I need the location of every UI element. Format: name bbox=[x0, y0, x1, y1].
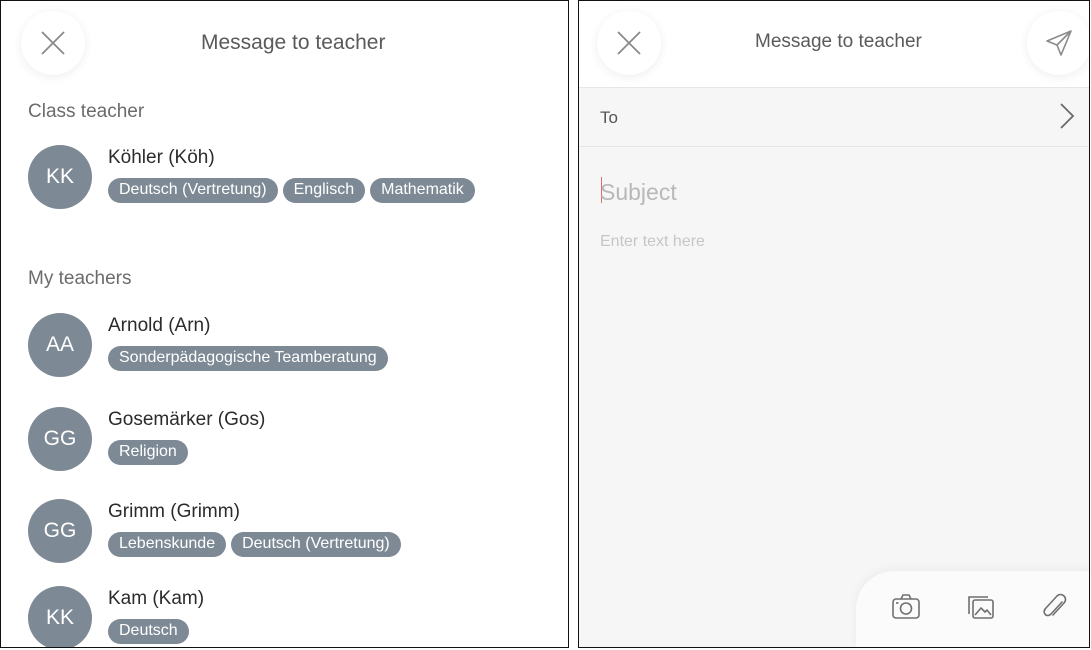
send-icon bbox=[1046, 30, 1072, 56]
attachment-toolbar bbox=[856, 571, 1089, 647]
subject-chip: Sonderpädagogische Teamberatung bbox=[108, 346, 388, 371]
teacher-row[interactable]: KK Kam (Kam) Deutsch bbox=[28, 586, 568, 647]
page-title: Message to teacher bbox=[201, 31, 386, 54]
camera-icon[interactable] bbox=[891, 593, 921, 621]
close-button[interactable] bbox=[21, 11, 85, 75]
close-icon bbox=[617, 31, 641, 55]
teacher-row[interactable]: AA Arnold (Arn) Sonderpädagogische Teamb… bbox=[28, 313, 568, 385]
header: Message to teacher bbox=[1, 1, 568, 85]
teacher-row[interactable]: KK Köhler (Köh) Deutsch (Vertretung) Eng… bbox=[28, 145, 568, 217]
chevron-right-icon bbox=[1060, 103, 1075, 129]
teacher-row[interactable]: GG Grimm (Grimm) Lebenskunde Deutsch (Ve… bbox=[28, 499, 568, 571]
subject-chip: Lebenskunde bbox=[108, 532, 227, 557]
subject-input[interactable]: Subject bbox=[600, 179, 677, 206]
avatar: AA bbox=[28, 313, 92, 377]
teacher-name: Arnold (Arn) bbox=[108, 315, 211, 336]
teacher-name: Grimm (Grimm) bbox=[108, 501, 240, 522]
subject-chips: Lebenskunde Deutsch (Vertretung) bbox=[108, 532, 401, 557]
send-button[interactable] bbox=[1027, 11, 1089, 75]
subject-chips: Deutsch bbox=[108, 619, 189, 644]
subject-chip: Deutsch (Vertretung) bbox=[231, 532, 401, 557]
teacher-selection-screen: Message to teacher Class teacher KK Köhl… bbox=[0, 0, 569, 648]
subject-chip: Deutsch (Vertretung) bbox=[108, 178, 278, 203]
image-icon[interactable] bbox=[966, 593, 996, 621]
section-my-teachers: My teachers bbox=[28, 268, 132, 289]
teacher-row[interactable]: GG Gosemärker (Gos) Religion bbox=[28, 407, 568, 479]
teacher-name: Kam (Kam) bbox=[108, 588, 205, 609]
avatar: GG bbox=[28, 407, 92, 471]
recipient-row[interactable]: To bbox=[579, 87, 1089, 147]
avatar: KK bbox=[28, 145, 92, 209]
paperclip-icon[interactable] bbox=[1042, 593, 1068, 623]
subject-chip: Englisch bbox=[282, 178, 366, 203]
subject-chip: Deutsch bbox=[108, 619, 189, 644]
close-icon bbox=[41, 31, 65, 55]
subject-chips: Sonderpädagogische Teamberatung bbox=[108, 346, 388, 371]
avatar: KK bbox=[28, 586, 92, 647]
close-button[interactable] bbox=[597, 11, 661, 75]
header: Message to teacher bbox=[579, 1, 1089, 85]
subject-chip: Mathematik bbox=[370, 178, 475, 203]
teacher-name: Köhler (Köh) bbox=[108, 147, 215, 168]
section-class-teacher: Class teacher bbox=[28, 101, 145, 122]
page-title: Message to teacher bbox=[755, 31, 922, 52]
compose-screen: Message to teacher To Subject Enter text… bbox=[578, 0, 1090, 648]
subject-chips: Deutsch (Vertretung) Englisch Mathematik bbox=[108, 178, 475, 203]
avatar: GG bbox=[28, 499, 92, 563]
subject-chip: Religion bbox=[108, 440, 188, 465]
compose-area: Subject Enter text here bbox=[579, 147, 1089, 647]
subject-chips: Religion bbox=[108, 440, 188, 465]
teacher-name: Gosemärker (Gos) bbox=[108, 409, 266, 430]
message-body-input[interactable]: Enter text here bbox=[600, 233, 705, 251]
to-label: To bbox=[600, 108, 618, 127]
